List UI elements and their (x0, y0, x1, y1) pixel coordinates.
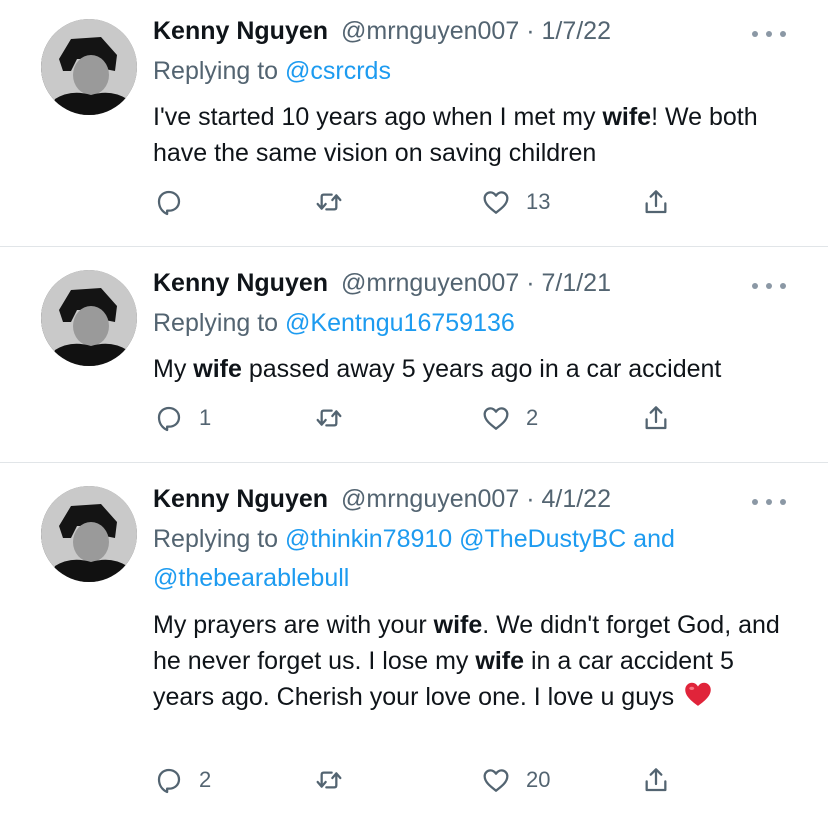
replying-prefix: Replying to (153, 525, 286, 553)
more-icon[interactable] (752, 24, 786, 44)
replying-to: Replying to @csrcrds (153, 53, 391, 89)
share-icon (645, 406, 667, 430)
text-segment: passed away 5 years ago in a car acciden… (241, 355, 722, 383)
share-icon (645, 190, 667, 214)
text-segment: My prayers are with your (153, 611, 434, 639)
display-name[interactable]: Kenny Nguyen (153, 485, 328, 513)
user-handle[interactable]: @mrnguyen007 (341, 17, 519, 45)
tweet-date[interactable]: 7/1/21 (541, 269, 611, 297)
tweet-date[interactable]: 4/1/22 (541, 485, 611, 513)
separator-dot: · (526, 269, 535, 297)
mention-link[interactable]: @thebearablebull (153, 564, 349, 592)
more-icon[interactable] (752, 276, 786, 296)
retweet-icon (316, 771, 342, 789)
text-segment: My (153, 355, 194, 383)
tweet-3[interactable]: Kenny Nguyen @mrnguyen007 · 4/1/22 Reply… (0, 463, 828, 825)
reply-count: 1 (199, 405, 212, 430)
avatar[interactable] (41, 486, 137, 582)
avatar[interactable] (41, 270, 137, 366)
highlighted-term: wife (475, 647, 525, 675)
share-icon (645, 768, 667, 792)
mention-link[interactable]: @Kentngu16759136 (285, 309, 515, 337)
share-button[interactable] (640, 400, 672, 436)
like-count: 13 (526, 189, 551, 214)
user-handle[interactable]: @mrnguyen007 (341, 485, 519, 513)
tweet-actions: 2 20 (153, 762, 683, 798)
user-handle[interactable]: @mrnguyen007 (341, 269, 519, 297)
replying-to-line2: @thebearablebull (153, 560, 349, 596)
tweet-actions: 13 (153, 184, 683, 220)
reply-count: 2 (199, 767, 212, 792)
text-segment: I've started 10 years ago when I met my (153, 103, 603, 131)
tweet-2[interactable]: Kenny Nguyen @mrnguyen007 · 7/1/21 Reply… (0, 247, 828, 462)
reply-button[interactable]: 2 (153, 762, 211, 798)
replying-prefix: Replying to (153, 309, 286, 337)
separator-dot: · (526, 485, 535, 513)
tweet-text: My prayers are with your wife. We didn't… (153, 607, 793, 719)
like-count: 20 (526, 767, 551, 792)
like-button[interactable]: 13 (480, 184, 550, 220)
tweet-date[interactable]: 1/7/22 (541, 17, 611, 45)
highlighted-term: wife (193, 355, 242, 383)
retweet-button[interactable] (313, 184, 345, 220)
tweet-actions: 1 2 (153, 400, 683, 436)
avatar-photo (41, 486, 137, 582)
avatar[interactable] (41, 19, 137, 115)
reply-icon (157, 768, 181, 794)
share-button[interactable] (640, 762, 672, 798)
share-button[interactable] (640, 184, 672, 220)
like-button[interactable]: 20 (480, 762, 550, 798)
tweet-header: Kenny Nguyen @mrnguyen007 · 4/1/22 (153, 481, 611, 517)
like-count: 2 (526, 405, 539, 430)
replying-to: Replying to @thinkin78910 @TheDustyBC an… (153, 521, 675, 557)
display-name[interactable]: Kenny Nguyen (153, 269, 328, 297)
like-button[interactable]: 2 (480, 400, 538, 436)
replying-to: Replying to @Kentngu16759136 (153, 305, 515, 341)
like-icon (483, 769, 509, 792)
replying-prefix: Replying to (153, 57, 286, 85)
tweet-1[interactable]: Kenny Nguyen @mrnguyen007 · 1/7/22 Reply… (0, 0, 828, 246)
reply-button[interactable]: 1 (153, 400, 211, 436)
red-heart-emoji-icon (682, 679, 714, 719)
highlighted-term: wife (602, 103, 652, 131)
tweet-header: Kenny Nguyen @mrnguyen007 · 7/1/21 (153, 265, 611, 301)
reply-icon (157, 406, 181, 432)
mention-link[interactable]: @thinkin78910 @TheDustyBC and (285, 525, 675, 553)
retweet-button[interactable] (313, 762, 345, 798)
avatar-photo (41, 19, 137, 115)
retweet-icon (316, 193, 342, 211)
like-icon (483, 407, 509, 430)
reply-button[interactable] (153, 184, 199, 220)
tweet-text: I've started 10 years ago when I met my … (153, 99, 803, 171)
reply-icon (157, 190, 181, 216)
highlighted-term: wife (433, 611, 483, 639)
tweet-header: Kenny Nguyen @mrnguyen007 · 1/7/22 (153, 13, 611, 49)
display-name[interactable]: Kenny Nguyen (153, 17, 328, 45)
more-icon[interactable] (752, 492, 786, 512)
tweet-text: My wife passed away 5 years ago in a car… (153, 351, 803, 387)
retweet-button[interactable] (313, 400, 345, 436)
retweet-icon (316, 409, 342, 427)
like-icon (483, 191, 509, 214)
mention-link[interactable]: @csrcrds (285, 57, 391, 85)
avatar-photo (41, 270, 137, 366)
separator-dot: · (526, 17, 535, 45)
